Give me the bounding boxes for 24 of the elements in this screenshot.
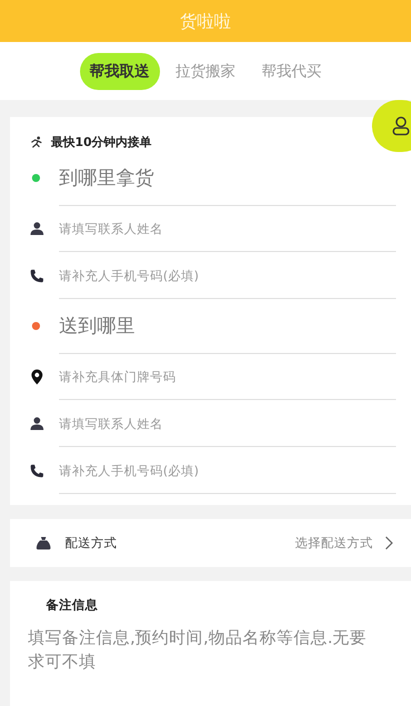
phone-icon	[30, 464, 44, 478]
location-pin-icon	[30, 368, 44, 384]
input-field[interactable]: 请填写联系人姓名	[59, 400, 396, 447]
person-icon	[30, 417, 44, 430]
address-field[interactable]: 到哪里拿货	[59, 150, 396, 206]
delivery-value: 选择配送方式	[295, 534, 373, 552]
delivery-label: 配送方式	[65, 534, 118, 552]
input-field[interactable]: 请补充人手机号码(必填)	[59, 447, 396, 494]
notes-field[interactable]: 填写备注信息,预约时间,物品名称等信息.无要求可不填	[10, 626, 411, 706]
tab[interactable]: 帮我取送	[80, 52, 160, 90]
input-field[interactable]: 请补充具体门牌号码	[59, 353, 396, 400]
runner-icon	[30, 136, 43, 148]
address-field[interactable]: 送到哪里	[59, 298, 396, 354]
chevron-right-icon	[385, 536, 393, 550]
notes-title: 备注信息	[10, 581, 411, 626]
input-field[interactable]: 请补充人手机号码(必填)	[59, 252, 396, 299]
delivery-row[interactable]: 配送方式 选择配送方式	[10, 519, 411, 567]
input-field[interactable]: 请填写联系人姓名	[59, 205, 396, 252]
notice-text: 最快10分钟内接单	[51, 134, 152, 150]
person-icon	[392, 116, 410, 136]
bag-icon	[36, 536, 51, 550]
person-icon	[30, 222, 44, 235]
app-title: 货啦啦	[180, 10, 231, 32]
phone-icon	[30, 268, 44, 282]
